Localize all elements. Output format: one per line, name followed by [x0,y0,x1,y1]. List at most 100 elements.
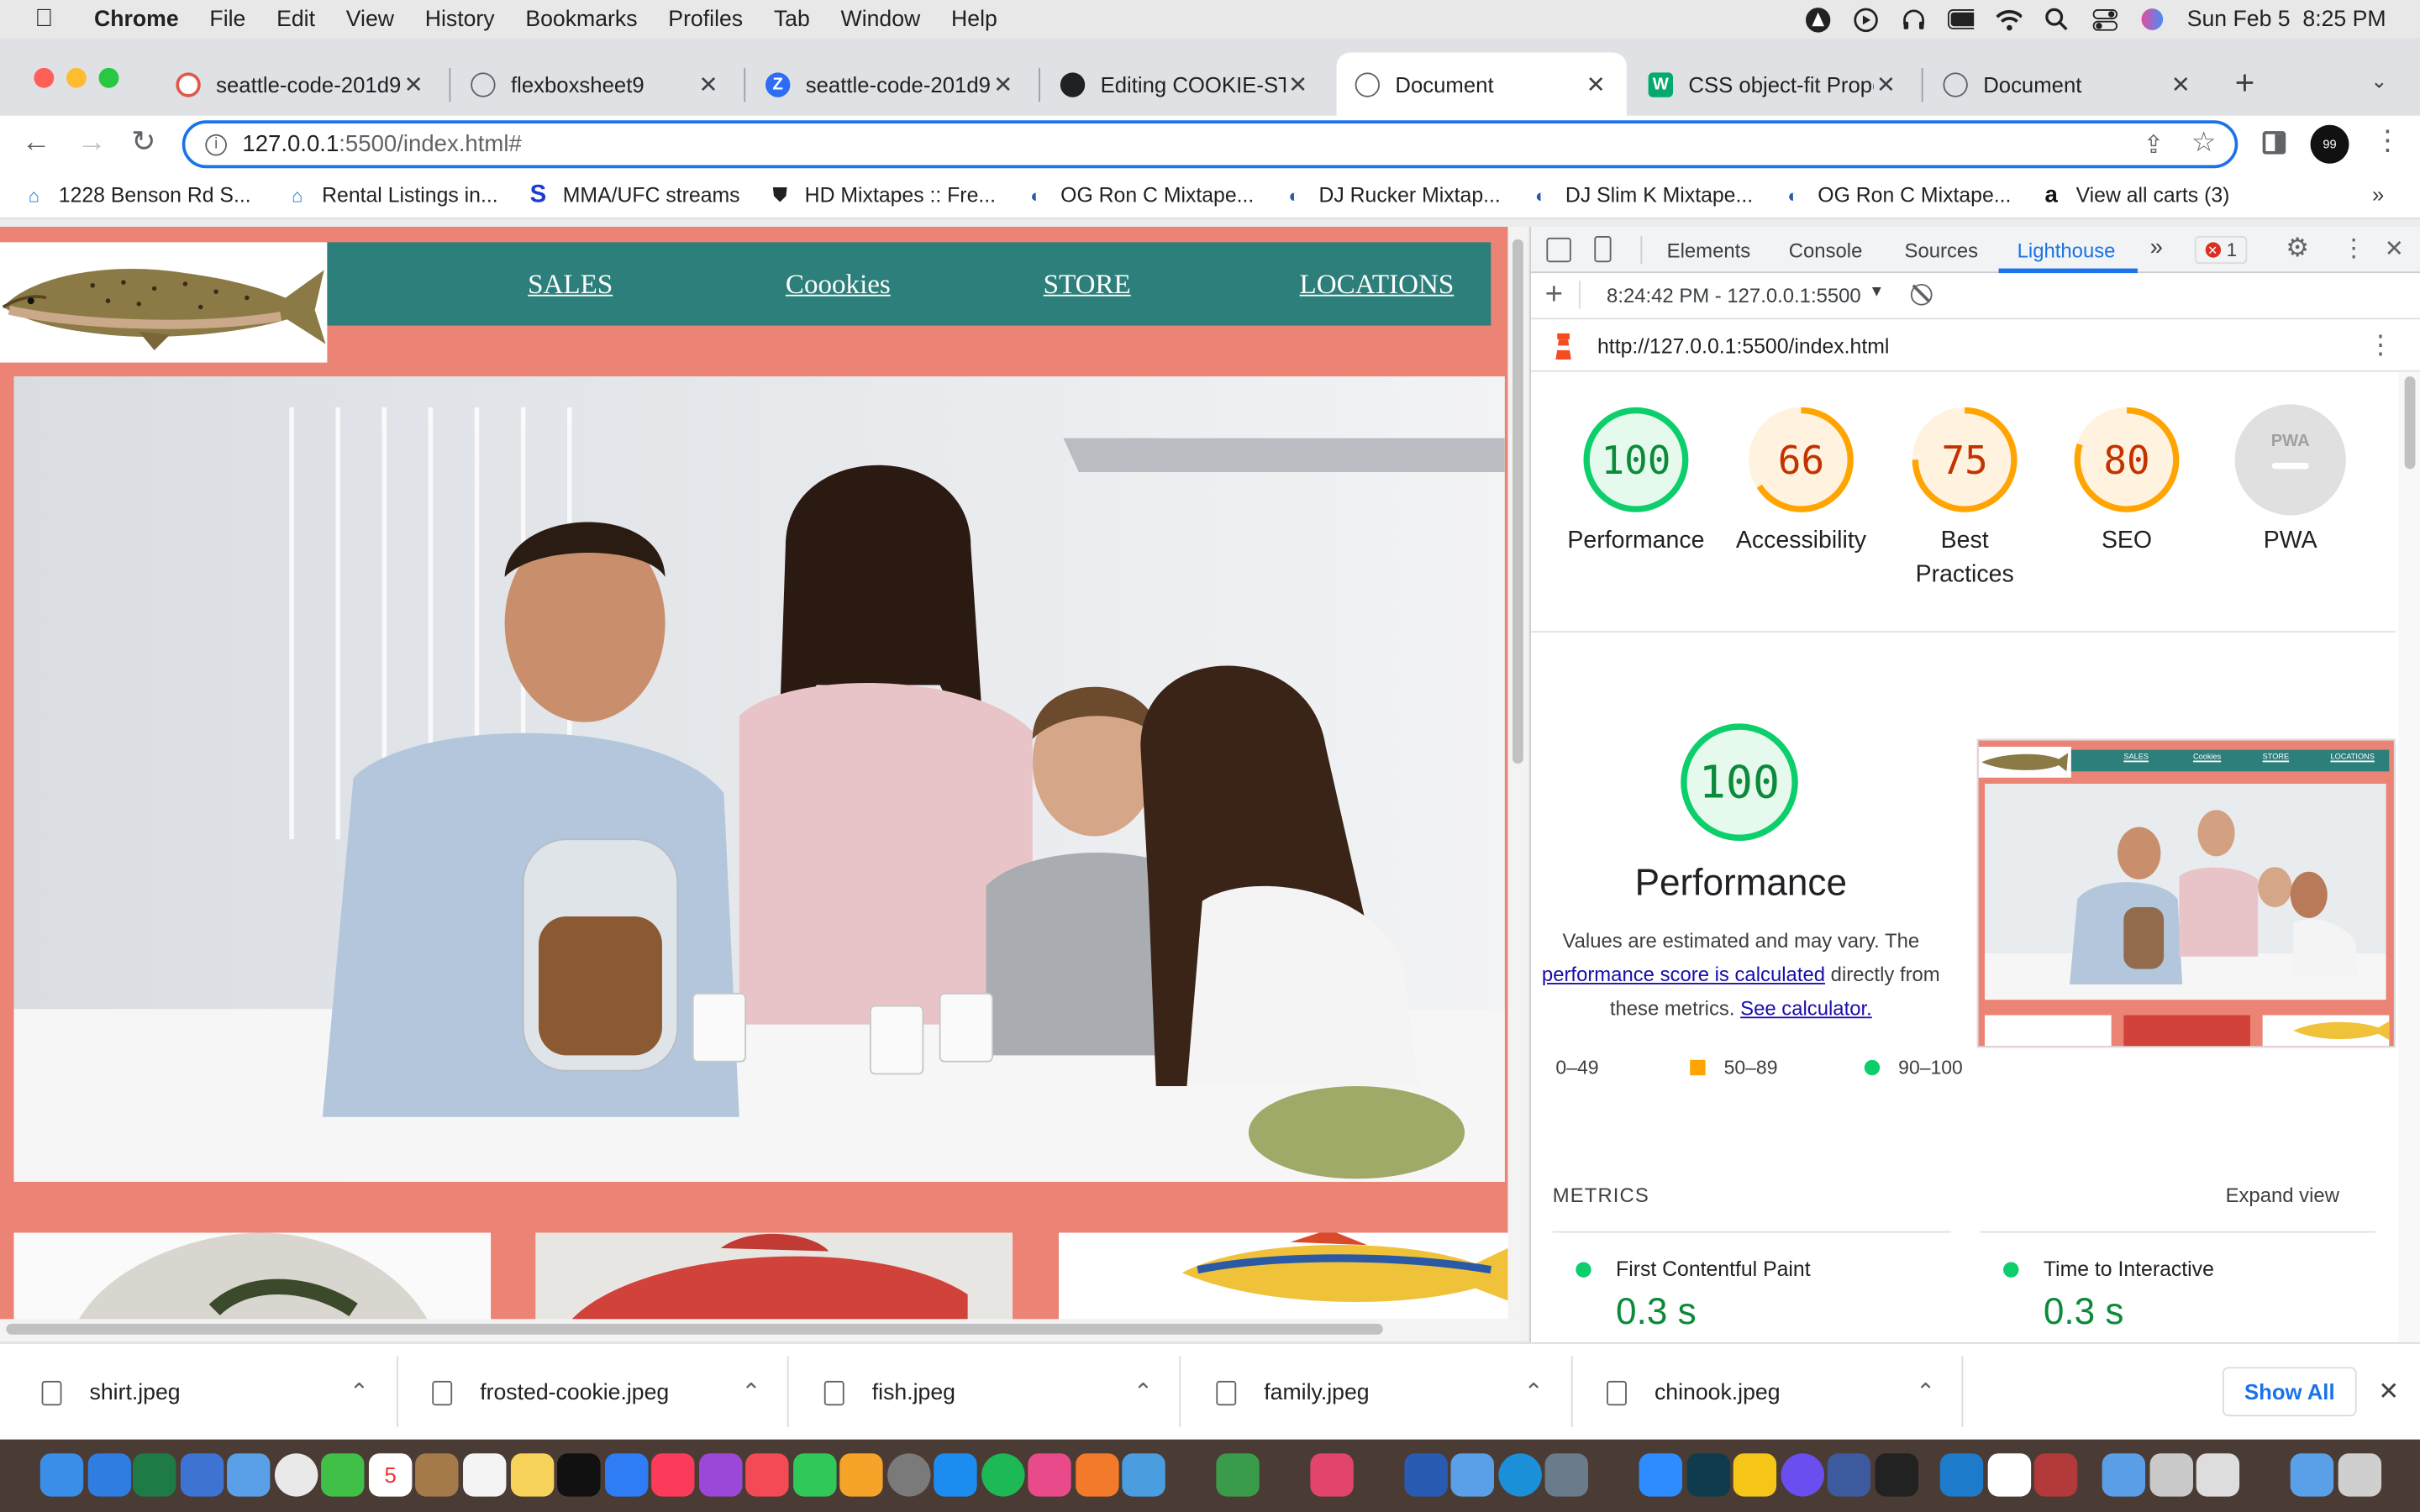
menu-view[interactable]: View [346,7,394,31]
headphones-icon[interactable] [1900,8,1926,31]
app-store-icon[interactable] [226,1453,271,1497]
show-all-downloads-button[interactable]: Show All [2222,1367,2357,1417]
status-app-icon[interactable] [1804,7,1831,32]
app-store-blue-icon[interactable] [934,1453,977,1497]
more-tabs-icon[interactable]: » [2150,234,2163,260]
apple-icon[interactable]:  [31,5,57,31]
close-tab-icon[interactable]: ✕ [696,71,720,97]
new-tab-icon[interactable]: + [2235,63,2255,103]
apple-tv-icon[interactable] [557,1453,601,1497]
menu-clock[interactable]: Sun Feb 5 8:25 PM [2187,7,2386,31]
firefox-icon[interactable] [1076,1453,1119,1497]
tab-5[interactable]: W CSS object-fit Property ✕ [1630,52,1918,115]
desktop-stack-icon[interactable] [2290,1453,2334,1497]
tab-6[interactable]: Document ✕ [1924,52,2212,115]
menu-file[interactable]: File [209,7,245,31]
menu-app-name[interactable]: Chrome [94,7,179,31]
expand-view-toggle[interactable]: Expand view [2226,1184,2339,1207]
edge-icon[interactable] [1498,1453,1542,1497]
menu-profiles[interactable]: Profiles [668,7,743,31]
new-report-icon[interactable]: + [1545,278,1563,313]
download-item-0[interactable]: shirt.jpeg ⌃ [41,1344,369,1441]
tab-0[interactable]: seattle-code-201d9 ✕ [157,52,445,115]
preview-app-icon[interactable] [1122,1453,1165,1497]
spotify-icon[interactable] [981,1453,1025,1497]
kebab-menu-icon[interactable]: ⋮ [2374,125,2402,158]
menu-tab[interactable]: Tab [774,7,810,31]
close-devtools-icon[interactable]: ✕ [2385,234,2404,262]
nav-link-cookies[interactable]: Coookies [786,268,891,301]
menu-history[interactable]: History [425,7,495,31]
scrollbar-thumb[interactable] [6,1323,1383,1335]
downloads-stack-icon[interactable] [2196,1453,2240,1497]
devtools-scrollbar[interactable] [2398,371,2420,1342]
close-tab-icon[interactable]: ✕ [2169,71,2193,97]
bookmark-2[interactable]: S MMA/UFC streams [526,181,740,207]
nav-link-locations[interactable]: LOCATIONS [1300,268,1455,301]
trash-icon[interactable] [2338,1453,2382,1497]
terminal-icon[interactable] [1875,1453,1919,1497]
disk-utility-icon[interactable] [1544,1453,1588,1497]
menu-bookmarks[interactable]: Bookmarks [525,7,637,31]
terminal-alt-icon[interactable] [1686,1453,1730,1497]
chevron-up-icon[interactable]: ⌃ [1524,1378,1544,1405]
close-downloads-icon[interactable]: ✕ [2378,1376,2399,1407]
nav-link-store[interactable]: STORE [1044,268,1131,301]
mail-icon[interactable] [180,1453,224,1497]
scrollbar-thumb[interactable] [2404,376,2416,470]
lock-icon[interactable] [1216,1453,1260,1497]
forward-icon[interactable]: → [77,127,107,160]
system-settings-icon[interactable] [887,1453,931,1497]
close-window-button[interactable] [34,67,55,88]
share-icon[interactable]: ⇪ [2143,129,2164,160]
notes-icon[interactable] [510,1453,555,1497]
close-tab-icon[interactable]: ✕ [991,71,1015,97]
settings-gear-icon[interactable]: ⚙ [2286,233,2309,264]
m-app-icon[interactable] [1733,1453,1777,1497]
tab-2[interactable]: Z seattle-code-201d9 ✕ [747,52,1034,115]
chevron-up-icon[interactable]: ⌃ [741,1378,760,1405]
tab-1[interactable]: flexboxsheet9 ✕ [452,52,739,115]
devtools-tab-elements[interactable]: Elements [1667,239,1751,263]
finder-icon[interactable] [39,1453,84,1497]
report-url[interactable]: http://127.0.0.1:5500/index.html [1597,335,1889,359]
bookmark-6[interactable]: ◐ DJ Slim K Mixtape... [1528,183,1753,207]
address-bar[interactable]: i 127.0.0.1 :5500/index.html# ⇪ ☆ [182,120,2238,169]
siri-icon[interactable] [2139,8,2165,31]
download-item-3[interactable]: family.jpeg ⌃ [1216,1344,1544,1441]
keynote-icon[interactable] [604,1453,649,1497]
bookmark-4[interactable]: ◐ OG Ron C Mixtape... [1023,183,1254,207]
bookmark-0[interactable]: ⌂ 1228 Benson Rd S... [22,183,251,207]
devtools-tab-console[interactable]: Console [1789,239,1863,263]
facetime-icon[interactable] [321,1453,365,1497]
tab-search-chevron-icon[interactable]: ⌄ [2370,70,2387,94]
gauge-best-practices[interactable]: 75 Best Practices [1880,404,2049,592]
chrome-icon[interactable] [274,1453,318,1497]
zoom-window-button[interactable] [98,67,119,88]
download-item-4[interactable]: chinook.jpeg ⌃ [1607,1344,1935,1441]
close-tab-icon[interactable]: ✕ [1583,71,1607,97]
menu-window[interactable]: Window [841,7,921,31]
calendar-icon[interactable]: 5 [368,1453,413,1497]
gauge-accessibility[interactable]: 66 Accessibility [1716,404,1886,559]
slack-grid-icon[interactable] [1028,1453,1071,1497]
close-tab-icon[interactable]: ✕ [402,71,426,97]
device-toolbar-icon[interactable] [1594,236,1612,263]
numbers-icon[interactable] [793,1453,837,1497]
devtools-kebab-icon[interactable]: ⋮ [2341,233,2365,264]
chevron-up-icon[interactable]: ⌃ [1134,1378,1153,1405]
bookmark-7[interactable]: ◐ OG Ron C Mixtape... [1781,183,2011,207]
chevron-up-icon[interactable]: ⌃ [1916,1378,1935,1405]
wifi-icon[interactable] [1996,8,2023,31]
chevron-up-icon[interactable]: ⌃ [350,1378,369,1405]
slack-icon[interactable] [1310,1453,1354,1497]
zoom-app-icon[interactable] [1639,1453,1683,1497]
screen-sharing-icon[interactable] [1827,1453,1871,1497]
side-panel-icon[interactable] [2262,131,2286,155]
word-icon[interactable] [1404,1453,1448,1497]
notion-calendar-icon[interactable] [1781,1453,1825,1497]
devtools-tab-lighthouse[interactable]: Lighthouse [2018,239,2116,263]
profile-avatar[interactable]: 99 [2310,124,2349,164]
contacts-icon[interactable] [415,1453,459,1497]
play-icon[interactable] [1852,7,1878,32]
